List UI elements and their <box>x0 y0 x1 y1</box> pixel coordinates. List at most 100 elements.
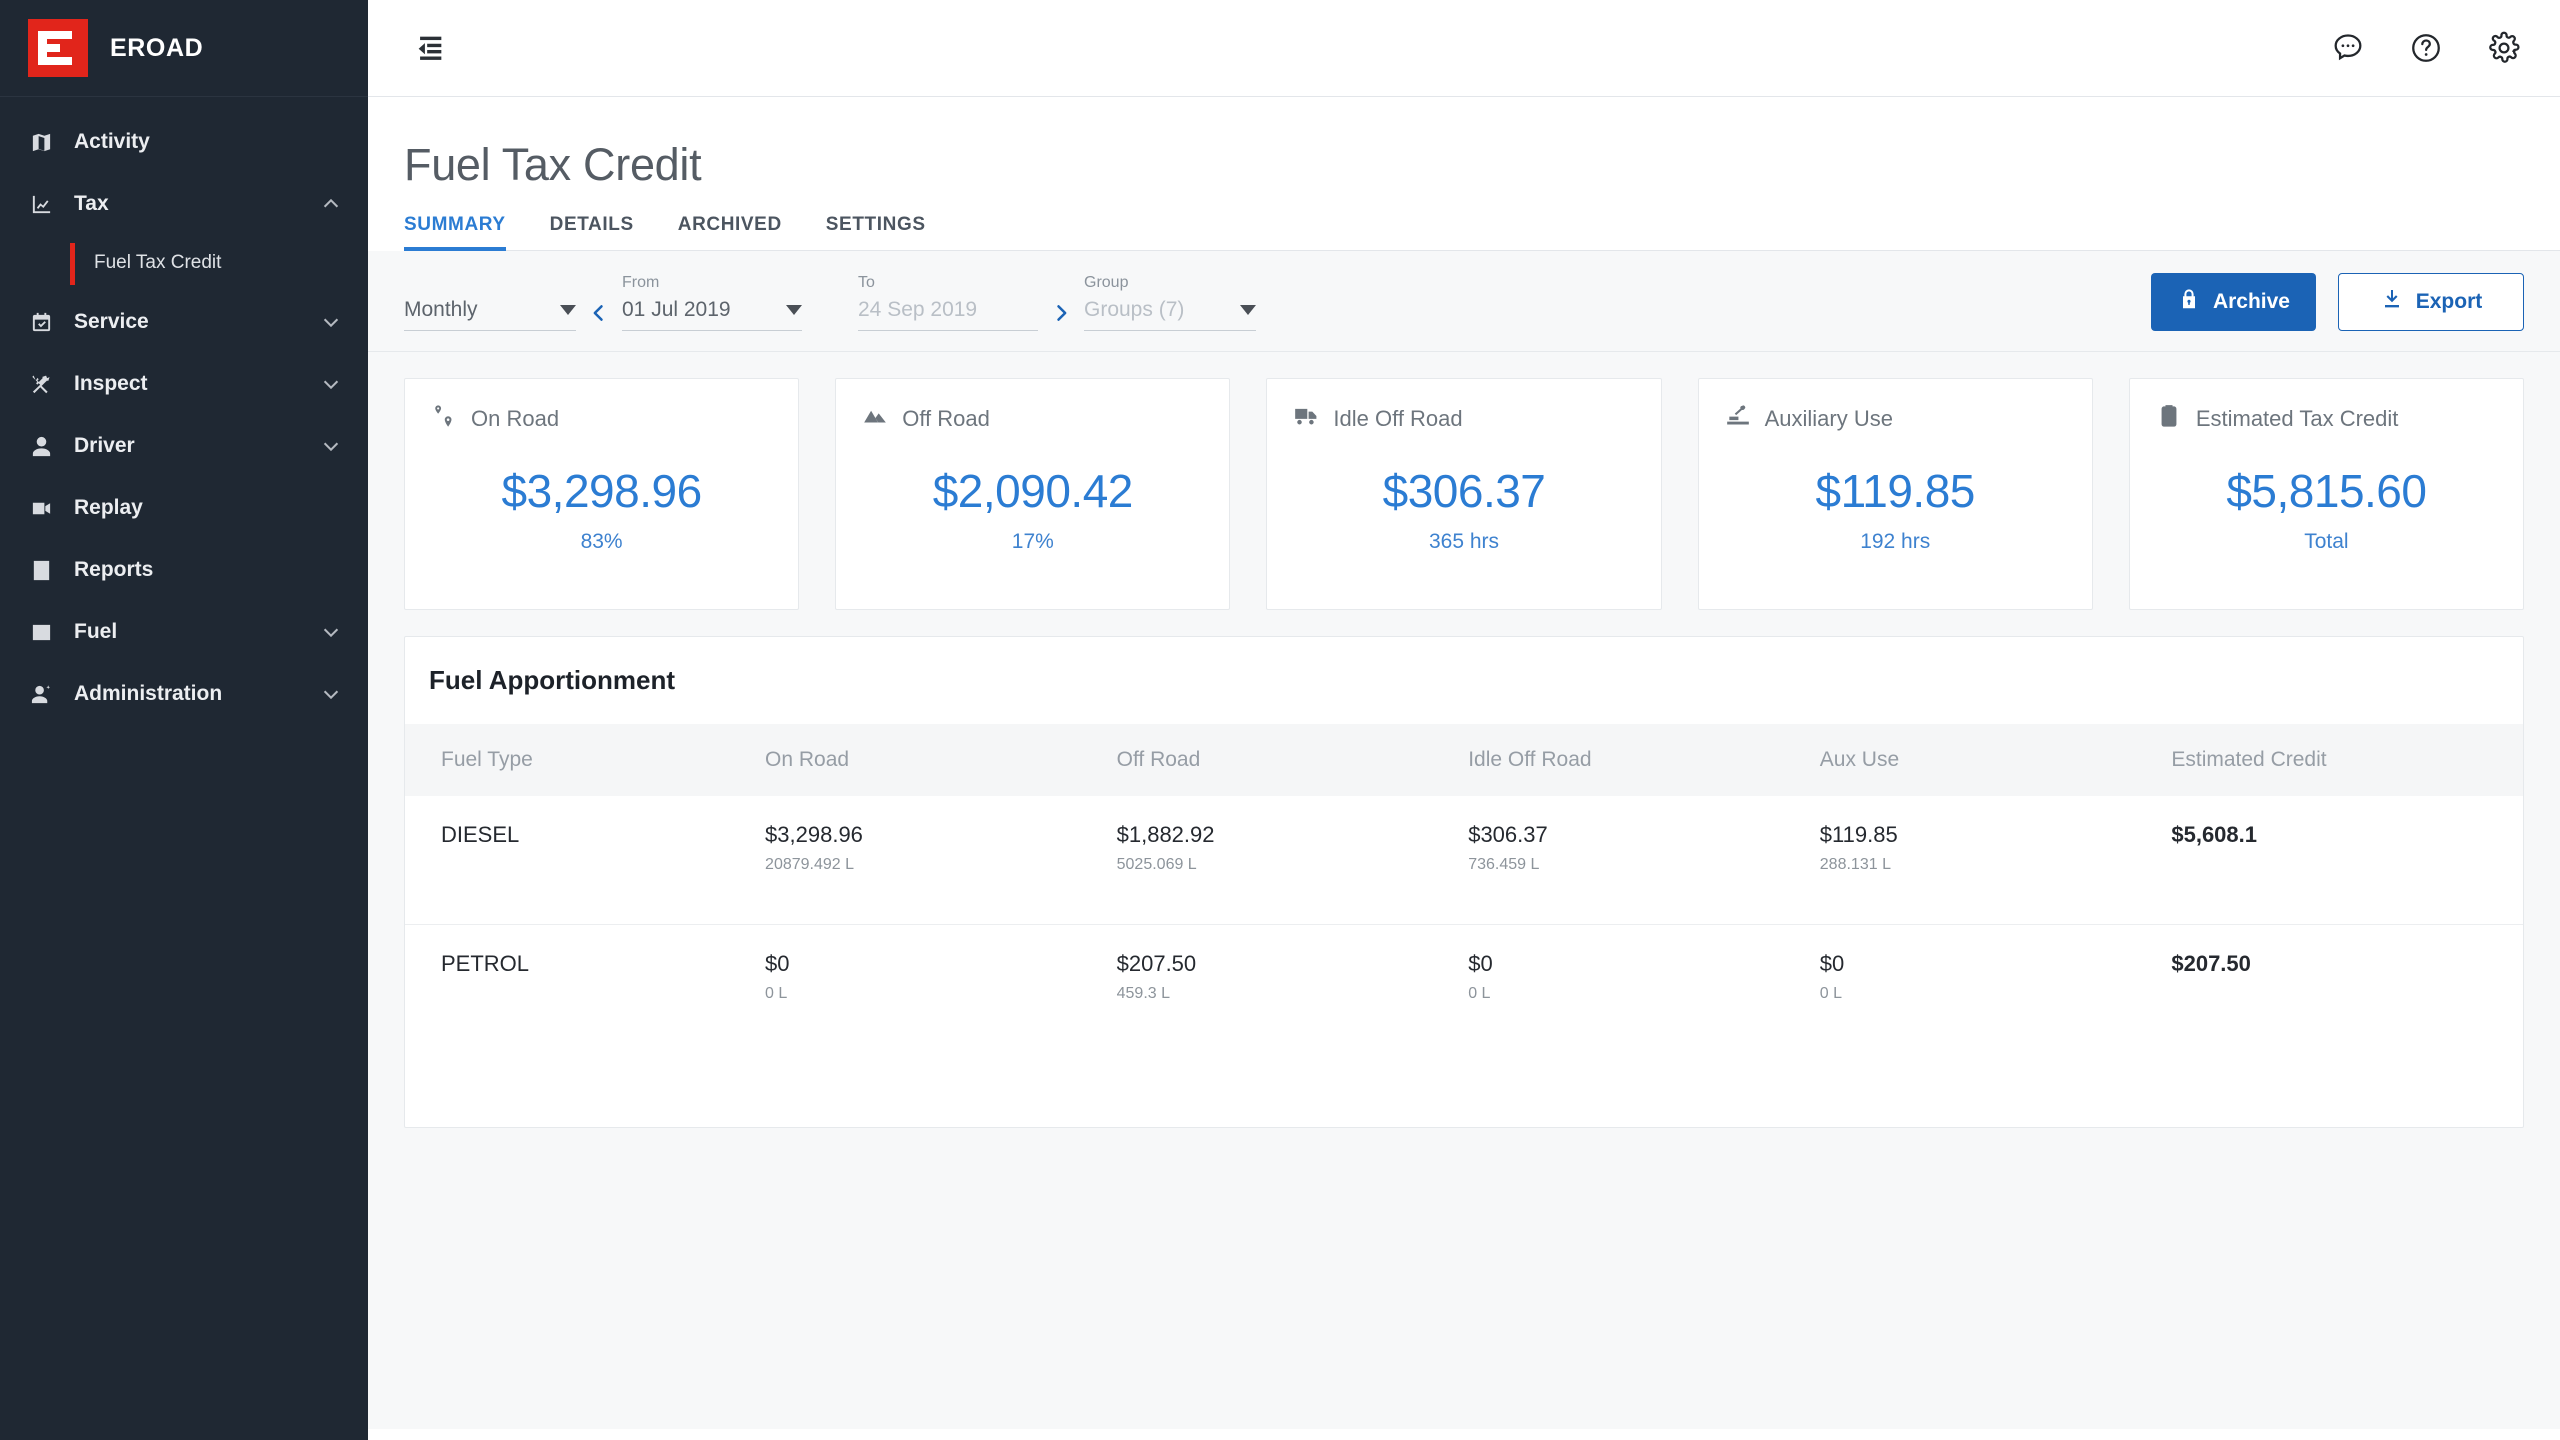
page-content: Fuel Tax Credit SUMMARY DETAILS ARCHIVED… <box>368 97 2560 1440</box>
column-header-estimated-credit: Estimated Credit <box>2171 724 2523 797</box>
on-road-volume: 0 L <box>765 984 788 1002</box>
chevron-down-icon <box>320 683 342 705</box>
tab-archived[interactable]: ARCHIVED <box>656 214 804 250</box>
sidebar-subitem-label: Fuel Tax Credit <box>94 252 222 273</box>
cell-off-road: $207.50 459.3 L <box>1117 924 1469 1052</box>
kpi-card-title: Idle Off Road <box>1333 405 1463 431</box>
cell-aux-use: $119.85 288.131 L <box>1819 796 2172 925</box>
kpi-card-title: Estimated Tax Credit <box>2195 405 2399 431</box>
group-value: Groups (7) <box>1084 298 1185 322</box>
brand-header[interactable]: EROAD <box>0 0 368 97</box>
sidebar-item-label: Service <box>74 310 149 333</box>
chevron-down-icon <box>1240 305 1256 316</box>
kpi-card-sub: 365 hrs <box>1428 530 1500 554</box>
kpi-card-estimated-tax-credit: Estimated Tax Credit $5,815.60 Total <box>2128 378 2525 611</box>
tab-summary[interactable]: SUMMARY <box>404 214 528 252</box>
sidebar-item-activity[interactable]: Activity <box>0 111 368 173</box>
export-button-label: Export <box>2415 290 2483 314</box>
to-date-field[interactable]: To 24 Sep 2019 <box>858 274 1038 332</box>
idle-off-road-volume: 736.459 L <box>1468 856 1540 874</box>
table-body: DIESEL $3,298.96 20879.492 L $1,882.92 5… <box>405 796 2523 1052</box>
table-row[interactable]: DIESEL $3,298.96 20879.492 L $1,882.92 5… <box>405 796 2523 925</box>
sidebar-item-label: Reports <box>74 558 154 581</box>
to-value: 24 Sep 2019 <box>858 298 978 322</box>
collapse-sidebar-icon[interactable] <box>404 22 456 74</box>
sidebar-item-administration[interactable]: Administration <box>0 663 368 725</box>
person-gear-icon <box>28 681 54 707</box>
aux-use-amount: $0 <box>1819 950 1845 976</box>
to-label: To <box>858 274 875 292</box>
fuel-apportionment-table: Fuel Type On Road Off Road Idle Off Road… <box>405 724 2523 1052</box>
period-select[interactable]: Monthly <box>404 274 576 332</box>
sidebar-item-replay[interactable]: Replay <box>0 477 368 539</box>
chevron-down-icon <box>560 305 576 316</box>
column-header-idle-off-road: Idle Off Road <box>1468 724 1820 797</box>
calendar-check-icon <box>28 309 54 335</box>
previous-period-button[interactable] <box>576 303 622 331</box>
clipboard-icon <box>2156 403 2182 434</box>
kpi-card-value: $5,815.60 <box>2226 465 2427 518</box>
help-circle-icon[interactable] <box>2400 22 2452 74</box>
kpi-card-sub: 83% <box>580 530 623 554</box>
truck-icon <box>1293 403 1319 434</box>
tab-settings[interactable]: SETTINGS <box>804 214 948 250</box>
chat-bubble-icon[interactable] <box>2322 22 2374 74</box>
off-road-volume: 5025.069 L <box>1116 856 1197 874</box>
sidebar-item-fuel[interactable]: Fuel <box>0 601 368 663</box>
page-title: Fuel Tax Credit <box>404 139 702 190</box>
period-label <box>404 274 576 294</box>
lock-icon <box>2177 287 2201 317</box>
estimated-credit-value: $207.50 <box>2171 950 2251 976</box>
chevron-up-icon <box>320 193 342 215</box>
cell-on-road: $0 0 L <box>765 924 1117 1052</box>
idle-off-road-amount: $0 <box>1468 950 1493 976</box>
chevron-down-icon <box>320 435 342 457</box>
next-period-button[interactable] <box>1038 303 1084 331</box>
export-button[interactable]: Export <box>2338 273 2524 332</box>
sidebar-item-service[interactable]: Service <box>0 291 368 353</box>
cell-idle-off-road: $306.37 736.459 L <box>1468 796 1820 925</box>
from-date-field[interactable]: From 01 Jul 2019 <box>622 274 802 332</box>
from-value: 01 Jul 2019 <box>622 298 731 322</box>
kpi-card-value: $2,090.42 <box>932 465 1134 518</box>
sidebar-item-inspect[interactable]: Inspect <box>0 353 368 415</box>
sidebar-item-label: Fuel <box>74 620 118 643</box>
sidebar-item-tax[interactable]: Tax <box>0 173 368 235</box>
table-header-row: Fuel Type On Road Off Road Idle Off Road… <box>405 724 2523 797</box>
tab-details[interactable]: DETAILS <box>528 214 656 250</box>
kpi-card-off-road: Off Road $2,090.42 17% <box>835 378 1231 611</box>
sidebar-item-reports[interactable]: Reports <box>0 539 368 601</box>
report-document-icon <box>28 557 54 583</box>
main-area: Fuel Tax Credit SUMMARY DETAILS ARCHIVED… <box>368 0 2560 1440</box>
group-select[interactable]: Group Groups (7) <box>1084 274 1256 332</box>
aux-use-amount: $119.85 <box>1819 822 1898 848</box>
chevron-down-icon <box>320 311 342 333</box>
sidebar-item-driver[interactable]: Driver <box>0 415 368 477</box>
cell-estimated-credit: $5,608.1 <box>2171 796 2523 925</box>
download-icon <box>2380 287 2404 317</box>
kpi-card-auxiliary-use: Auxiliary Use $119.85 192 hrs <box>1697 378 2093 611</box>
cell-aux-use: $0 0 L <box>1820 924 2172 1052</box>
kpi-card-title: Off Road <box>902 405 990 431</box>
sidebar-item-fuel-tax-credit[interactable]: Fuel Tax Credit <box>0 235 368 291</box>
sidebar-item-label: Inspect <box>74 372 148 395</box>
kpi-card-row: On Road $3,298.96 83% Off Road $2,090.42 <box>404 378 2525 611</box>
archive-button[interactable]: Archive <box>2150 273 2316 332</box>
cell-off-road: $1,882.92 5025.069 L <box>1116 796 1469 925</box>
topbar-actions <box>2322 22 2530 74</box>
page-header: Fuel Tax Credit SUMMARY DETAILS ARCHIVED… <box>368 97 2560 252</box>
sidebar-item-label: Tax <box>74 192 109 215</box>
sidebar-nav: Activity Tax Fuel Tax Credit Service Ins… <box>0 97 368 725</box>
cell-on-road: $3,298.96 20879.492 L <box>765 796 1117 925</box>
fuel-type-value: DIESEL <box>441 822 520 848</box>
fuel-type-value: PETROL <box>441 950 530 976</box>
column-header-off-road: Off Road <box>1116 724 1469 797</box>
aux-use-volume: 288.131 L <box>1819 856 1891 874</box>
off-road-volume: 459.3 L <box>1116 984 1171 1002</box>
sidebar-item-label: Activity <box>74 130 150 153</box>
route-pin-icon <box>431 403 457 434</box>
column-header-on-road: On Road <box>765 724 1117 797</box>
table-row[interactable]: PETROL $0 0 L $207.50 459.3 L $0 0 L $0 … <box>405 924 2523 1052</box>
kpi-card-on-road: On Road $3,298.96 83% <box>404 378 800 611</box>
gear-icon[interactable] <box>2478 22 2530 74</box>
